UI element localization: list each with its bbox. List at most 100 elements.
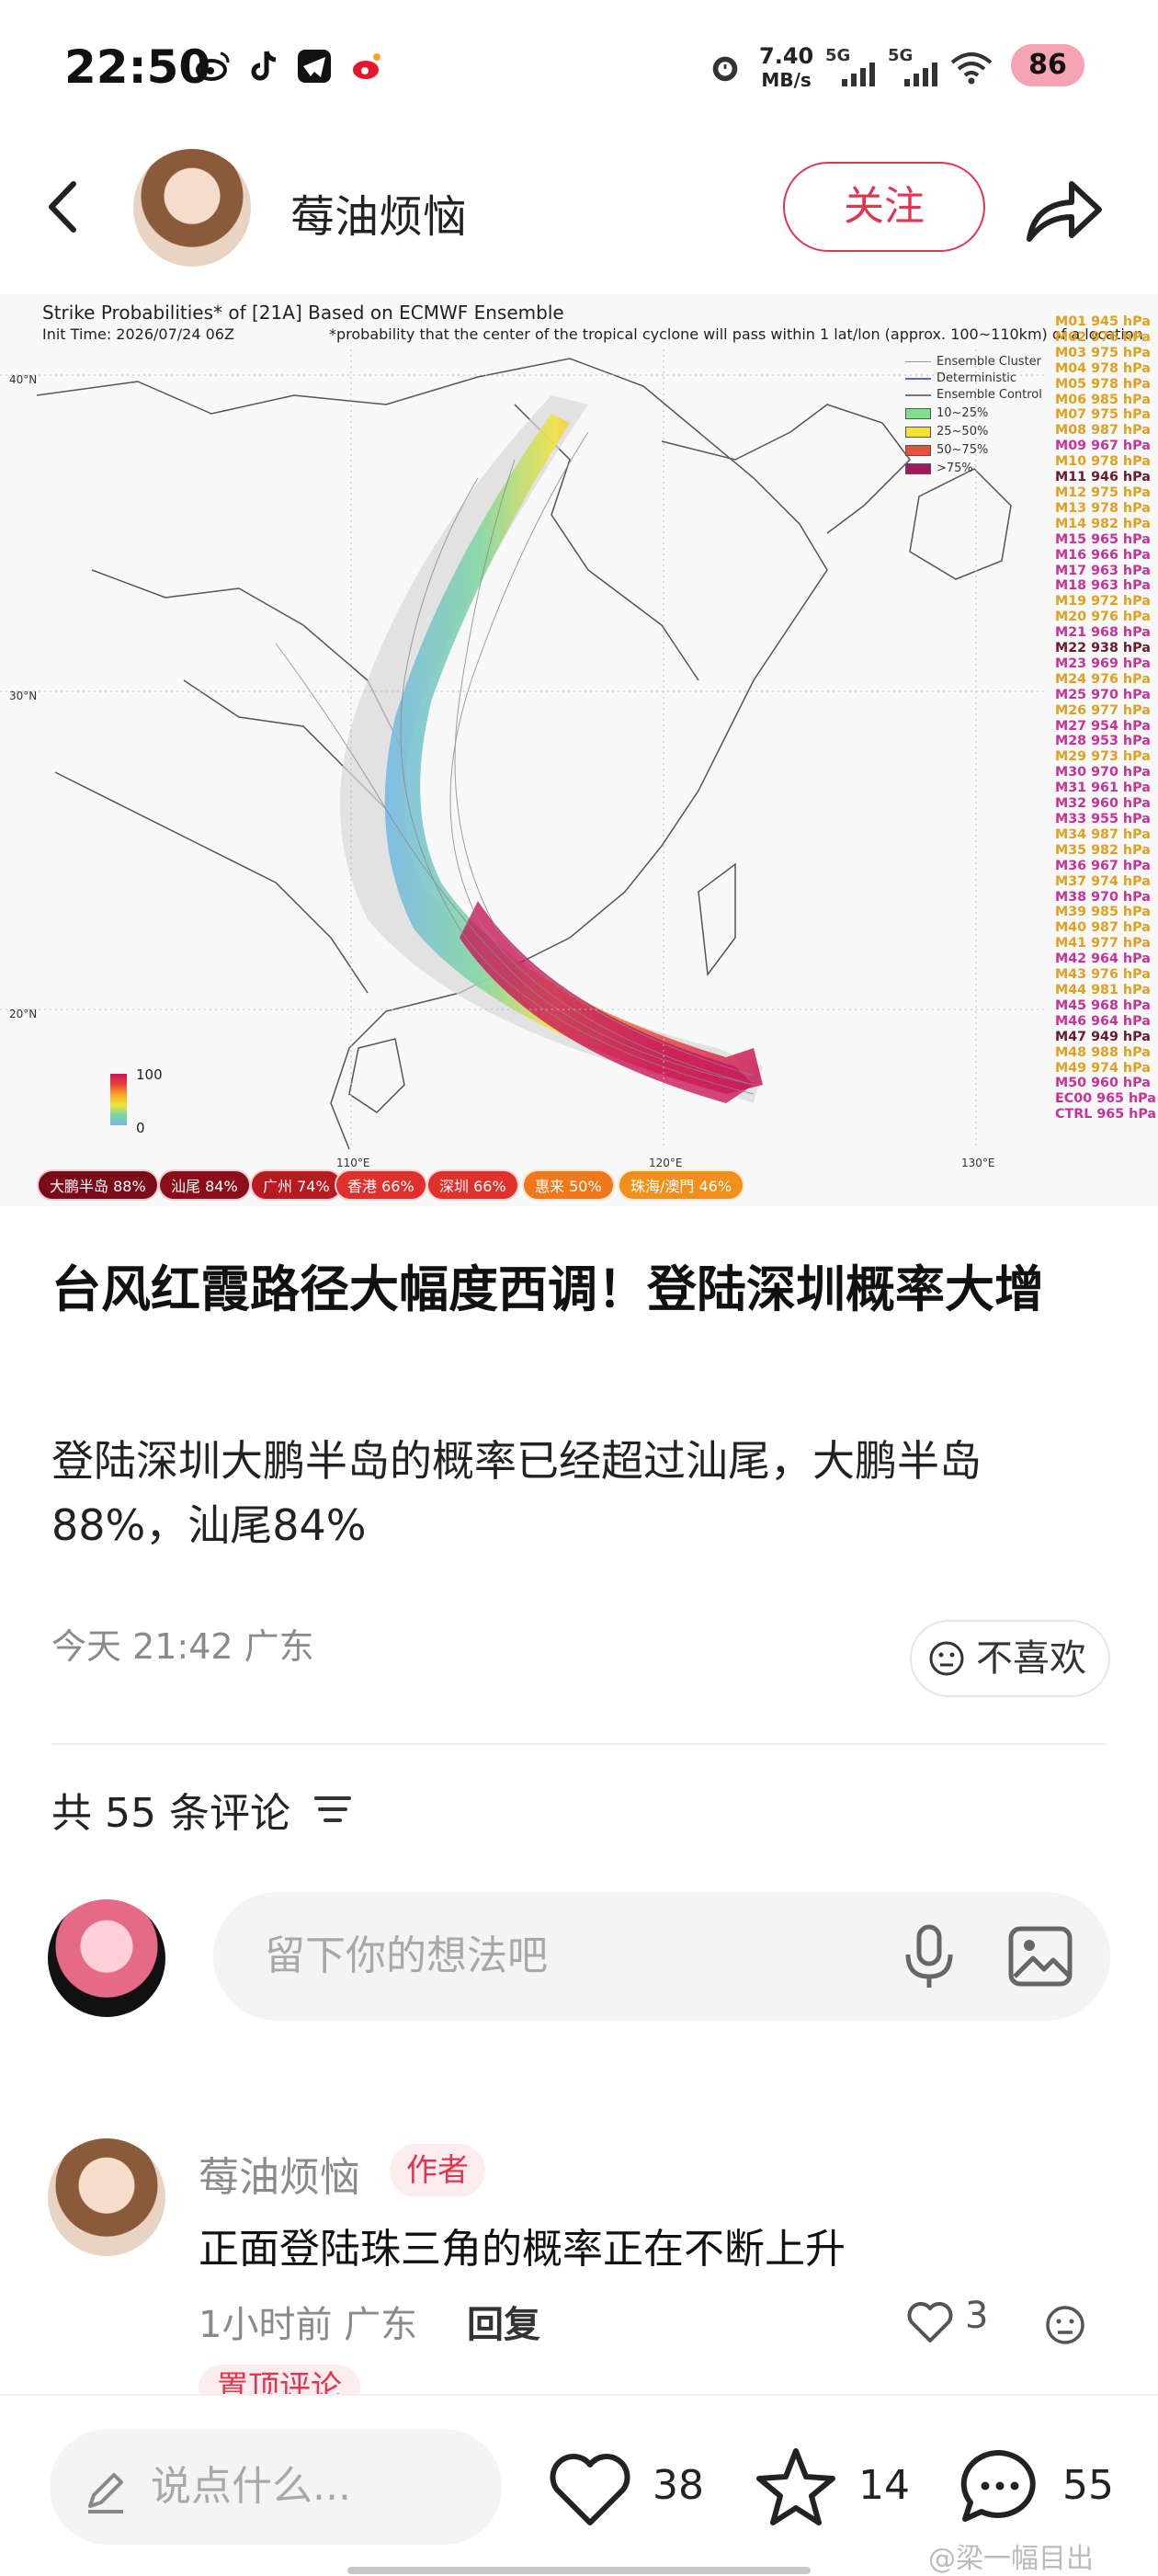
reply-button[interactable]: 回复 — [467, 2295, 540, 2348]
comment-text[interactable]: 正面登陆珠三角的概率正在不断上升 — [199, 2216, 846, 2274]
comment-author-name[interactable]: 莓油烦恼 — [199, 2144, 360, 2203]
ensemble-member-label: EC00 965 hPa — [1055, 1091, 1156, 1107]
ensemble-member-label: M26 977 hPa — [1055, 702, 1151, 718]
probability-badge: 香港 66% — [335, 1169, 427, 1201]
battery-indicator: 86 — [1011, 44, 1084, 86]
lon-label-120: 120°E — [649, 1157, 683, 1169]
ensemble-member-label: M28 953 hPa — [1055, 734, 1151, 749]
legend-deterministic: Deterministic — [905, 371, 1016, 385]
ensemble-member-label: M40 987 hPa — [1055, 920, 1151, 936]
post-meta: 今天 21:42 广东 — [51, 1626, 314, 1667]
current-user-avatar — [48, 1899, 165, 2017]
ensemble-member-label: M48 988 hPa — [1055, 1044, 1151, 1060]
follow-button[interactable]: 关注 — [783, 162, 985, 252]
author-avatar[interactable] — [133, 149, 251, 267]
ensemble-member-label: M43 976 hPa — [1055, 967, 1151, 983]
ensemble-member-label: M19 972 hPa — [1055, 594, 1151, 610]
ensemble-member-label: M10 978 hPa — [1055, 454, 1151, 470]
comment-bubble-icon[interactable] — [958, 2445, 1042, 2530]
lat-label-20: 20°N — [9, 1008, 38, 1020]
map-note: *probability that the center of the trop… — [329, 325, 1143, 343]
ensemble-member-label: M44 981 hPa — [1055, 982, 1151, 997]
ensemble-member-label: M01 945 hPa — [1055, 314, 1151, 329]
legend-50-75: 50~75% — [905, 443, 988, 457]
ensemble-member-label: M38 970 hPa — [1055, 889, 1151, 905]
probability-badge: 广州 74% — [250, 1169, 343, 1201]
share-icon[interactable] — [1022, 175, 1105, 248]
ensemble-member-label: M22 938 hPa — [1055, 641, 1151, 656]
comments-count: 共 55 条评论 — [51, 1790, 290, 1837]
ensemble-member-label: M20 976 hPa — [1055, 610, 1151, 625]
ensemble-member-label: M41 977 hPa — [1055, 936, 1151, 952]
star-icon[interactable] — [754, 2445, 838, 2530]
ensemble-member-list: M01 945 hPa M02 976 hPa M03 975 hPa M04 978… — [1055, 314, 1158, 1123]
ensemble-member-label: M37 974 hPa — [1055, 873, 1151, 889]
probability-badge: 汕尾 84% — [158, 1169, 251, 1201]
microphone-icon[interactable] — [897, 1923, 961, 1989]
ensemble-member-label: M16 966 hPa — [1055, 547, 1151, 563]
lat-label-40: 40°N — [9, 373, 38, 386]
home-indicator[interactable] — [347, 2567, 811, 2574]
comment-like-count: 3 — [965, 2295, 989, 2337]
ensemble-member-label: M46 964 hPa — [1055, 1013, 1151, 1029]
map-title: Strike Probabilities* of [21A] Based on … — [42, 302, 564, 324]
post-body: 登陆深圳大鹏半岛的概率已经超过汕尾，大鹏半岛88%，汕尾84% — [51, 1436, 982, 1550]
probability-badge: 珠海/澳門 46% — [618, 1169, 745, 1201]
ensemble-member-label: M05 978 hPa — [1055, 376, 1151, 392]
alarm-icon — [712, 56, 738, 82]
ensemble-member-label: M45 968 hPa — [1055, 997, 1151, 1013]
sad-face-icon — [929, 1641, 964, 1676]
heart-icon[interactable] — [548, 2451, 632, 2528]
probability-badge: 惠来 50% — [522, 1169, 615, 1201]
ensemble-member-label: M50 960 hPa — [1055, 1076, 1151, 1091]
lon-label-110: 110°E — [336, 1157, 370, 1169]
ensemble-member-label: M24 976 hPa — [1055, 671, 1151, 687]
author-badge: 作者 — [390, 2144, 485, 2197]
typhoon-map-image[interactable]: Strike Probabilities* of [21A] Based on … — [0, 294, 1158, 1206]
network-speed-value: 7.40 — [759, 43, 814, 69]
ensemble-member-label: M36 967 hPa — [1055, 858, 1151, 873]
comment-input[interactable]: 留下你的想法吧 — [213, 1892, 1110, 2021]
ensemble-member-label: M47 949 hPa — [1055, 1029, 1151, 1044]
status-time: 22:50 — [64, 40, 211, 94]
ensemble-member-label: M04 978 hPa — [1055, 360, 1151, 376]
ensemble-member-label: M21 968 hPa — [1055, 625, 1151, 641]
ensemble-member-label: M25 970 hPa — [1055, 687, 1151, 702]
ensemble-member-label: M30 970 hPa — [1055, 765, 1151, 781]
ensemble-member-label: M09 967 hPa — [1055, 439, 1151, 454]
ensemble-member-label: M15 965 hPa — [1055, 531, 1151, 547]
sort-icon[interactable] — [312, 1791, 353, 1828]
sad-face-icon[interactable] — [1044, 2304, 1086, 2346]
heart-icon[interactable] — [906, 2300, 954, 2344]
tiktok-icon — [251, 51, 277, 81]
like-count: 38 — [653, 2462, 704, 2509]
ensemble-member-label: M07 975 hPa — [1055, 407, 1151, 423]
back-button[interactable] — [37, 175, 92, 239]
ensemble-member-label: M06 985 hPa — [1055, 392, 1151, 407]
ensemble-member-label: M11 946 hPa — [1055, 470, 1151, 485]
ensemble-member-label: M42 964 hPa — [1055, 952, 1151, 967]
bottom-action-bar: 说点什么... 38 14 55 @梁一幅目出 — [0, 2394, 1158, 2575]
ensemble-member-label: M14 982 hPa — [1055, 516, 1151, 531]
image-icon[interactable] — [1007, 1925, 1073, 1988]
status-bar: 22:50 7.40 MB/s 5G 5G 86 — [0, 0, 1158, 138]
ensemble-member-label: M33 955 hPa — [1055, 812, 1151, 826]
ensemble-member-label: M17 963 hPa — [1055, 563, 1151, 578]
network-speed: 7.40 MB/s — [759, 44, 813, 92]
ensemble-member-label: M29 973 hPa — [1055, 749, 1151, 765]
legend-10-25: 10~25% — [905, 406, 988, 420]
post-header: 莓油烦恼 关注 — [0, 138, 1158, 276]
ensemble-member-label: M02 976 hPa — [1055, 329, 1151, 345]
star-count: 14 — [858, 2462, 910, 2509]
telegram-icon — [298, 50, 331, 83]
comment-author-avatar[interactable] — [48, 2138, 165, 2256]
wifi-icon — [950, 52, 993, 85]
dislike-label: 不喜欢 — [976, 1637, 1086, 1680]
probability-badge: 大鹏半岛 88% — [37, 1169, 159, 1201]
network-speed-unit: MB/s — [761, 69, 812, 91]
author-name[interactable]: 莓油烦恼 — [290, 180, 467, 245]
ensemble-member-label: M23 969 hPa — [1055, 655, 1151, 671]
ensemble-member-label: M03 975 hPa — [1055, 345, 1151, 360]
comment-count: 55 — [1062, 2462, 1114, 2509]
dislike-button[interactable]: 不喜欢 — [910, 1620, 1110, 1697]
